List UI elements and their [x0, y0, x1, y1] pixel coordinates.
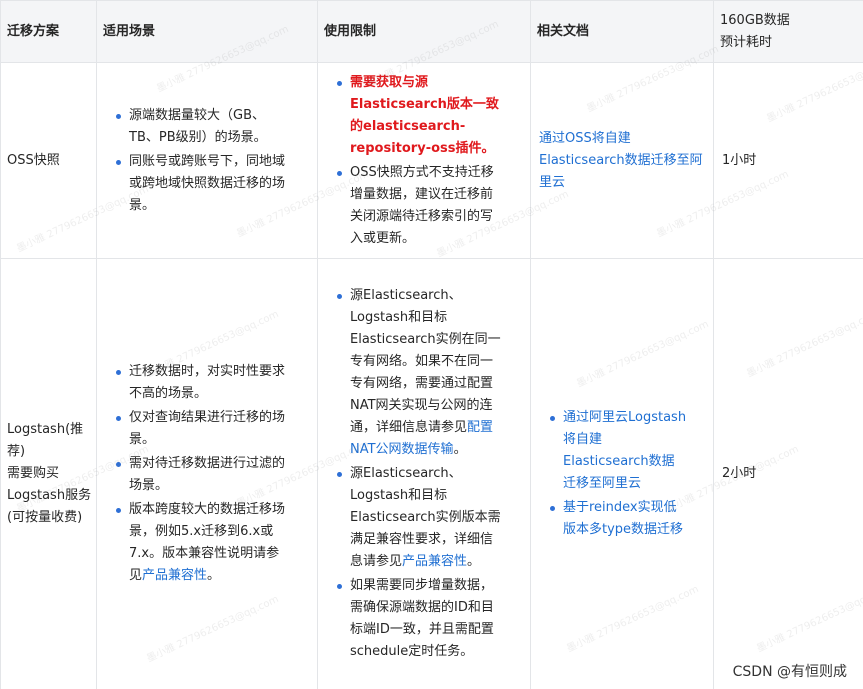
- list-item: 版本跨度较大的数据迁移场景，例如5.x迁移到6.x或7.x。版本兼容性说明请参见…: [116, 499, 291, 587]
- list-item-text: 源Elasticsearch、Logstash和目标Elasticsearch实…: [350, 288, 501, 435]
- list-item: 同账号或跨账号下，同地域或跨地域快照数据迁移的场景。: [116, 151, 291, 217]
- time-cell: 1小时: [713, 62, 863, 259]
- scheme-cell: OSS快照: [0, 62, 97, 259]
- limits-list: 源Elasticsearch、Logstash和目标Elasticsearch实…: [324, 285, 504, 663]
- docs-list: 通过阿里云Logstash将自建Elasticsearch数据迁移至阿里云 基于…: [537, 407, 687, 541]
- table-row: Logstash(推荐) 需要购买Logstash服务(可按量收费) 迁移数据时…: [0, 258, 863, 689]
- doc-link-reindex-migration[interactable]: 基于reindex实现低版本多type数据迁移: [563, 500, 683, 537]
- doc-link-oss-migration[interactable]: 通过OSS将自建Elasticsearch数据迁移至阿里云: [539, 131, 703, 190]
- scheme-cell: Logstash(推荐) 需要购买Logstash服务(可按量收费): [0, 258, 97, 689]
- list-item-tail: 。: [207, 568, 221, 583]
- list-item: 仅对查询结果进行迁移的场景。: [116, 407, 291, 451]
- docs-cell: 通过OSS将自建Elasticsearch数据迁移至阿里云: [530, 62, 714, 259]
- header-scenario: 适用场景: [96, 0, 318, 63]
- list-item: 源端数据量较大（GB、TB、PB级别）的场景。: [116, 105, 291, 149]
- list-item-tail: 。: [467, 554, 481, 569]
- scheme-note: 需要购买Logstash服务(可按量收费): [7, 466, 92, 525]
- list-item: 基于reindex实现低版本多type数据迁移: [550, 497, 687, 541]
- doc-link-logstash-migration[interactable]: 通过阿里云Logstash将自建Elasticsearch数据迁移至阿里云: [563, 410, 686, 491]
- scenario-cell: 源端数据量较大（GB、TB、PB级别）的场景。 同账号或跨账号下，同地域或跨地域…: [96, 62, 318, 259]
- limits-cell: 需要获取与源Elasticsearch版本一致的elasticsearch-re…: [317, 62, 531, 259]
- limits-cell: 源Elasticsearch、Logstash和目标Elasticsearch实…: [317, 258, 531, 689]
- scenario-cell: 迁移数据时，对实时性要求不高的场景。 仅对查询结果进行迁移的场景。 需对待迁移数…: [96, 258, 318, 689]
- csdn-author-watermark: CSDN @有恒则成: [730, 661, 849, 681]
- list-item: 源Elasticsearch、Logstash和目标Elasticsearch实…: [337, 463, 504, 573]
- header-time-line1: 160GB数据: [720, 12, 790, 28]
- warning-item: 需要获取与源Elasticsearch版本一致的elasticsearch-re…: [337, 72, 504, 160]
- table-row: OSS快照 源端数据量较大（GB、TB、PB级别）的场景。 同账号或跨账号下，同…: [0, 62, 863, 259]
- list-item: 源Elasticsearch、Logstash和目标Elasticsearch实…: [337, 285, 504, 461]
- scenario-list: 源端数据量较大（GB、TB、PB级别）的场景。 同账号或跨账号下，同地域或跨地域…: [103, 105, 291, 217]
- limits-list: 需要获取与源Elasticsearch版本一致的elasticsearch-re…: [324, 72, 504, 250]
- list-item: 需对待迁移数据进行过滤的场景。: [116, 453, 291, 497]
- docs-cell: 通过阿里云Logstash将自建Elasticsearch数据迁移至阿里云 基于…: [530, 258, 714, 689]
- list-item: 迁移数据时，对实时性要求不高的场景。: [116, 361, 291, 405]
- list-item: 如果需要同步增量数据，需确保源端数据的ID和目标端ID一致，并且需配置sched…: [337, 575, 504, 663]
- header-scheme: 迁移方案: [0, 0, 97, 63]
- time-cell: 2小时: [713, 258, 863, 689]
- header-time: 160GB数据 预计耗时: [713, 0, 863, 63]
- list-item: 通过阿里云Logstash将自建Elasticsearch数据迁移至阿里云: [550, 407, 687, 495]
- migration-table: 迁移方案 适用场景 使用限制 相关文档 160GB数据 预计耗时 OSS快照 源…: [0, 0, 863, 689]
- list-item: OSS快照方式不支持迁移增量数据，建议在迁移前关闭源端待迁移索引的写入或更新。: [337, 162, 504, 250]
- table-header-row: 迁移方案 适用场景 使用限制 相关文档 160GB数据 预计耗时: [0, 0, 863, 63]
- header-docs: 相关文档: [530, 0, 714, 63]
- header-time-line2: 预计耗时: [720, 34, 773, 50]
- compatibility-link[interactable]: 产品兼容性: [402, 554, 467, 569]
- scheme-name: Logstash(推荐): [7, 422, 84, 459]
- scenario-list: 迁移数据时，对实时性要求不高的场景。 仅对查询结果进行迁移的场景。 需对待迁移数…: [103, 361, 291, 587]
- compatibility-link[interactable]: 产品兼容性: [142, 568, 207, 583]
- list-item-tail: 。: [453, 442, 467, 457]
- header-limits: 使用限制: [317, 0, 531, 63]
